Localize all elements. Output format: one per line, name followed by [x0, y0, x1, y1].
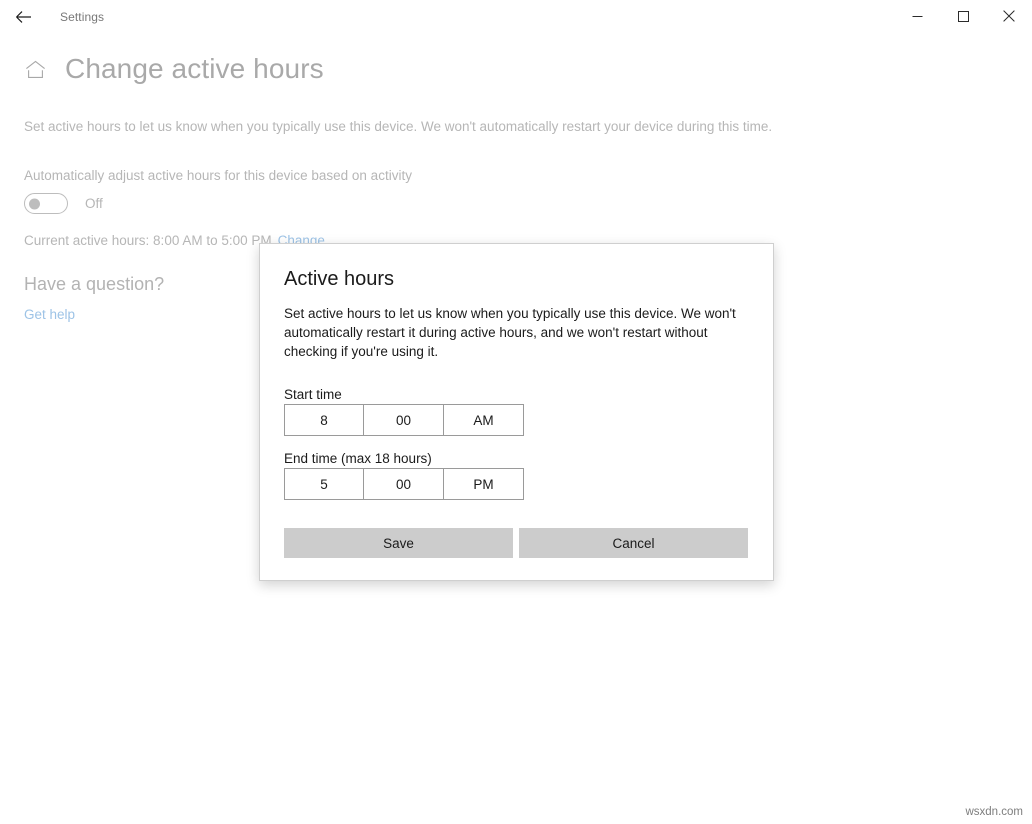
save-button[interactable]: Save	[284, 528, 513, 558]
watermark: wsxdn.com	[965, 806, 1023, 818]
close-button[interactable]	[986, 0, 1032, 32]
cancel-button[interactable]: Cancel	[519, 528, 748, 558]
start-minute-field[interactable]: 00	[364, 404, 444, 436]
auto-adjust-label: Automatically adjust active hours for th…	[24, 168, 412, 183]
page-title: Change active hours	[65, 53, 324, 84]
end-time-group: 5 00 PM	[284, 468, 524, 500]
toggle-state-label: Off	[85, 196, 103, 211]
title-bar: Settings	[0, 0, 1032, 33]
start-meridiem-field[interactable]: AM	[444, 404, 524, 436]
page-header: Change active hours	[24, 52, 324, 86]
end-minute-field[interactable]: 00	[364, 468, 444, 500]
close-icon	[1003, 10, 1015, 22]
active-hours-dialog: Active hours Set active hours to let us …	[259, 243, 774, 581]
get-help-link[interactable]: Get help	[24, 306, 75, 324]
end-meridiem-field[interactable]: PM	[444, 468, 524, 500]
auto-adjust-toggle-row: Off	[24, 193, 103, 214]
maximize-icon	[957, 10, 969, 22]
home-icon[interactable]	[24, 58, 46, 80]
end-hour-field[interactable]: 5	[284, 468, 364, 500]
titlebar-title: Settings	[60, 9, 105, 24]
maximize-button[interactable]	[940, 0, 986, 32]
minimize-icon	[912, 11, 923, 22]
start-hour-field[interactable]: 8	[284, 404, 364, 436]
page-description: Set active hours to let us know when you…	[24, 119, 773, 134]
dialog-buttons: Save Cancel	[284, 528, 748, 558]
auto-adjust-toggle[interactable]	[24, 193, 68, 214]
toggle-knob	[29, 198, 40, 209]
start-time-group: 8 00 AM	[284, 404, 524, 436]
settings-window: Settings Change active hours Set active …	[0, 0, 1032, 824]
window-controls	[894, 0, 1032, 33]
back-arrow-icon	[15, 10, 32, 24]
dialog-description: Set active hours to let us know when you…	[284, 306, 736, 360]
have-a-question-heading: Have a question?	[24, 274, 165, 294]
current-active-hours-text: Current active hours: 8:00 AM to 5:00 PM	[24, 233, 272, 248]
back-button[interactable]	[0, 1, 46, 33]
end-time-label: End time (max 18 hours)	[284, 451, 432, 466]
dialog-title: Active hours	[284, 268, 395, 290]
minimize-button[interactable]	[894, 0, 940, 32]
start-time-label: Start time	[284, 387, 342, 402]
